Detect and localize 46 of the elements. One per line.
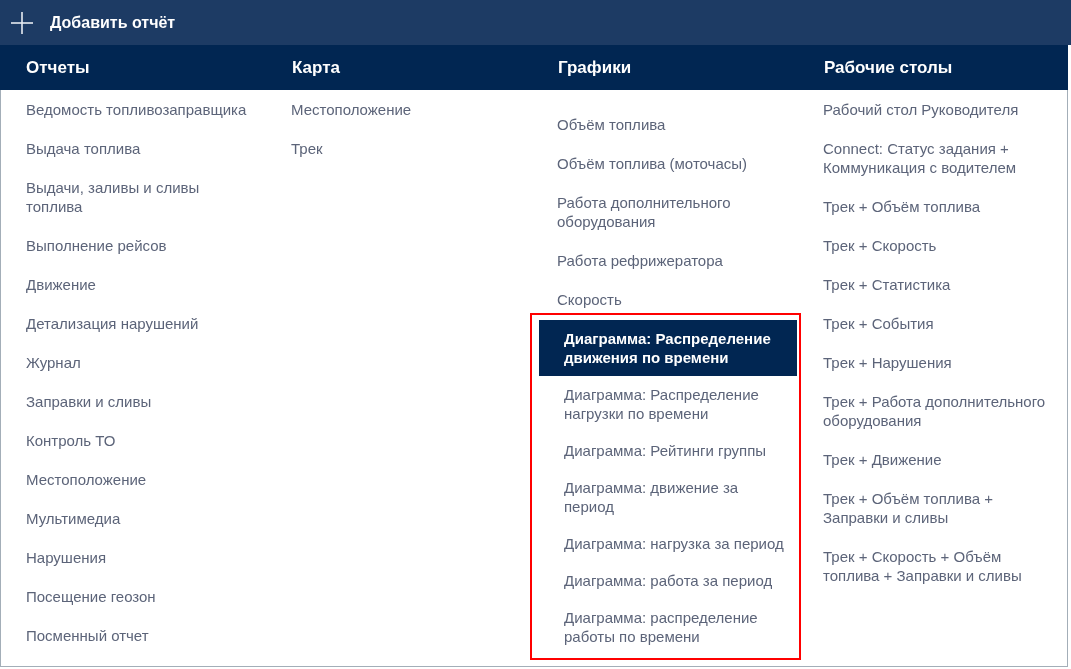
menu-item[interactable]: Трек + Статистика bbox=[798, 265, 1067, 304]
column-title: Рабочие столы bbox=[824, 56, 953, 79]
menu-item[interactable]: Диаграмма: Распределение движения по времени bbox=[539, 320, 797, 376]
add-report-label: Добавить отчёт bbox=[50, 12, 176, 33]
menu-item[interactable]: Трек + Объём топлива bbox=[798, 187, 1067, 226]
plus-icon bbox=[11, 11, 33, 34]
menu-item[interactable]: Работа дополнительного оборудования bbox=[532, 183, 798, 241]
menu-item[interactable]: Выдача топлива bbox=[1, 129, 266, 168]
menu-item[interactable]: Нарушения bbox=[1, 538, 266, 577]
menu-item[interactable]: Посещение геозон bbox=[1, 577, 266, 616]
menu-item[interactable]: Объём топлива (моточасы) bbox=[532, 144, 798, 183]
menu-item[interactable]: Рабочий стол Руководителя bbox=[798, 90, 1067, 129]
menu-item[interactable]: Диаграмма: Рейтинги группы bbox=[539, 432, 797, 469]
column-title: Отчеты bbox=[26, 56, 90, 79]
column-title: Карта bbox=[292, 56, 340, 79]
menu-item[interactable]: Трек + Работа дополнительного оборудования bbox=[798, 382, 1067, 440]
menu-item[interactable]: Трек + Нарушения bbox=[798, 343, 1067, 382]
menu-item[interactable]: Движение bbox=[1, 265, 266, 304]
menu-item[interactable]: Работа рефрижератора bbox=[532, 241, 798, 280]
menu-item[interactable]: Заправки и сливы bbox=[1, 382, 266, 421]
menu-item[interactable]: Трек + Движение bbox=[798, 440, 1067, 479]
menu-item[interactable]: Трек bbox=[266, 129, 532, 168]
menu-item[interactable]: Контроль ТО bbox=[1, 421, 266, 460]
menu-item[interactable]: Ведомость топливозаправщика bbox=[1, 90, 266, 129]
menu-item[interactable]: Посменный отчет bbox=[1, 616, 266, 655]
menu-item[interactable]: Скорость bbox=[532, 280, 798, 319]
menu-item[interactable]: Диаграмма: распределение работы по времени bbox=[539, 599, 797, 655]
menu-item[interactable]: Трек + Скорость bbox=[798, 226, 1067, 265]
menu-item[interactable]: Диаграмма: Распределение нагрузки по времени bbox=[539, 376, 797, 432]
column-title: Графики bbox=[558, 56, 632, 79]
menu-item[interactable]: Мультимедиа bbox=[1, 499, 266, 538]
menu-item[interactable]: Журнал bbox=[1, 343, 266, 382]
add-report-button[interactable]: Добавить отчёт bbox=[11, 10, 176, 35]
menu-item[interactable]: Местоположение bbox=[1, 460, 266, 499]
menu-item[interactable]: Диаграмма: движение за период bbox=[539, 469, 797, 525]
menu-item[interactable]: Детализация нарушений bbox=[1, 304, 266, 343]
menu-item[interactable]: Местоположение bbox=[266, 90, 532, 129]
menu-item[interactable]: Диаграмма: работа за период bbox=[539, 562, 797, 599]
menu-item[interactable]: Connect: Статус задания + Коммуникация с водителем bbox=[798, 129, 1067, 187]
menu-item[interactable]: Трек + События bbox=[798, 304, 1067, 343]
menu-item[interactable]: Объём топлива bbox=[532, 105, 798, 144]
menu-item[interactable]: Диаграмма: нагрузка за период bbox=[539, 525, 797, 562]
menu-item[interactable]: Выполнение рейсов bbox=[1, 226, 266, 265]
menu-item[interactable]: Выдачи, заливы и сливы топлива bbox=[1, 168, 266, 226]
menu-item[interactable]: Трек + Объём топлива + Заправки и сливы bbox=[798, 479, 1067, 537]
menu-item[interactable]: Трек + Скорость + Объём топлива + Заправки и сливы bbox=[798, 537, 1067, 595]
